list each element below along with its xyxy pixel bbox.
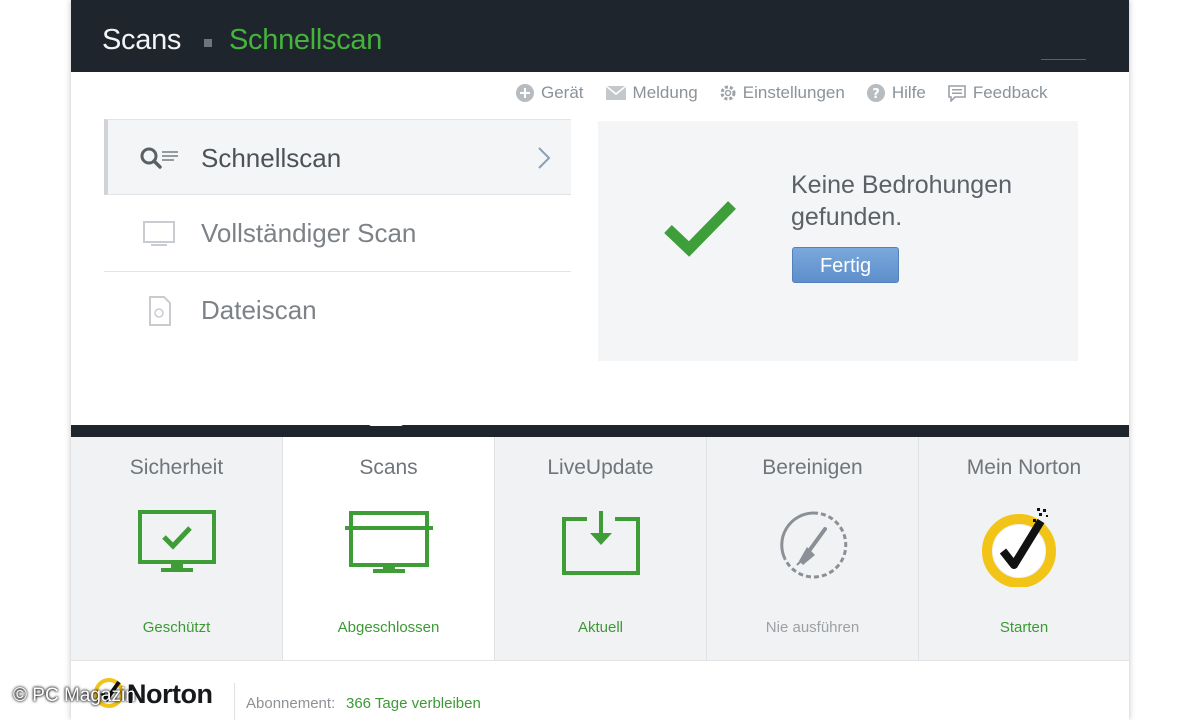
quick-scan-icon	[140, 147, 178, 169]
tile-cleanup-status: Nie ausführen	[765, 619, 860, 636]
tile-scans-title: Scans	[359, 456, 418, 479]
monitor-scan-icon	[344, 511, 433, 573]
tile-my-norton-status: Starten	[999, 619, 1049, 636]
breadcrumb-scans[interactable]: Scans	[102, 24, 181, 57]
scan-option-file-label: Dateiscan	[201, 295, 317, 325]
tile-liveupdate[interactable]: LiveUpdate Aktuell	[495, 437, 707, 660]
monitor-check-icon	[137, 510, 216, 572]
tile-security-title: Sicherheit	[129, 456, 224, 479]
breadcrumb-current: Schnellscan	[229, 24, 383, 56]
file-icon	[149, 296, 171, 326]
tile-cleanup-title: Bereinigen	[762, 456, 863, 479]
footer-separator	[234, 683, 235, 720]
norton-seal-icon	[982, 508, 1056, 588]
monitor-icon	[143, 221, 175, 246]
header-divider	[1041, 59, 1086, 60]
norton-logo-text: Norton	[127, 679, 213, 709]
norton-window: Scans Schnellscan Gerät Meldung Einstell…	[71, 0, 1129, 720]
tile-security-status: Geschützt	[142, 619, 211, 636]
envelope-icon	[605, 85, 626, 100]
footer-bar: Norton Abonnement: 366 Tage verbleiben	[71, 660, 1129, 720]
toolbar-feedback-link[interactable]: Feedback	[947, 83, 1048, 103]
scan-option-quick-label: Schnellscan	[201, 143, 342, 173]
feedback-icon	[948, 85, 966, 102]
toolbar-device-link[interactable]: Gerät	[515, 83, 584, 103]
toolbar-help-label: Hilfe	[891, 83, 926, 102]
tile-my-norton-title: Mein Norton	[966, 456, 1082, 479]
download-box-icon	[561, 511, 640, 575]
scan-result-panel: Keine Bedrohungen gefunden. Fertig	[598, 121, 1078, 361]
chevron-right-icon	[538, 147, 551, 169]
subscription-remaining-link[interactable]: 366 Tage verbleiben	[346, 695, 481, 712]
tile-security[interactable]: Sicherheit Geschützt	[71, 437, 283, 660]
scan-option-quick[interactable]: Schnellscan	[104, 119, 571, 195]
tile-divider-bar	[71, 417, 1129, 437]
tile-cleanup[interactable]: Bereinigen Nie ausführen	[707, 437, 919, 660]
plus-circle-icon	[516, 84, 534, 102]
broom-gauge-icon	[779, 511, 847, 579]
scan-option-file[interactable]: Dateiscan	[104, 272, 571, 348]
tile-liveupdate-status: Aktuell	[577, 619, 624, 636]
tile-my-norton[interactable]: Mein Norton Starten	[919, 437, 1129, 660]
gear-icon	[720, 85, 736, 101]
subscription-label: Abonnement:	[246, 695, 336, 712]
help-icon: ?	[866, 84, 885, 102]
result-message: Keine Bedrohungen gefunden.	[791, 171, 1013, 231]
main-tiles: Sicherheit Geschützt Scans Abgeschlossen…	[71, 437, 1129, 660]
svg-text:?: ?	[872, 87, 880, 102]
toolbar-settings-label: Einstellungen	[742, 83, 845, 102]
copyright-watermark: © PC Magazin	[13, 685, 136, 706]
done-button[interactable]: Fertig	[792, 247, 899, 283]
toolbar-help-link[interactable]: ? Hilfe	[866, 83, 926, 103]
toolbar-message-label: Meldung	[632, 83, 698, 102]
toolbar-message-link[interactable]: Meldung	[605, 83, 698, 103]
toolbar-device-label: Gerät	[541, 83, 584, 102]
breadcrumb-separator	[204, 39, 212, 47]
title-bar: Scans Schnellscan	[71, 0, 1129, 72]
toolbar-feedback-label: Feedback	[972, 83, 1048, 102]
tile-scans-status: Abgeschlossen	[337, 619, 440, 636]
top-toolbar: Gerät Meldung Einstellungen ? Hilfe Feed…	[515, 80, 1048, 106]
checkmark-icon	[664, 201, 736, 257]
toolbar-settings-link[interactable]: Einstellungen	[719, 83, 845, 103]
scan-type-list: Schnellscan Vollständiger Scan Dateiscan	[104, 119, 571, 348]
tile-liveupdate-title: LiveUpdate	[547, 456, 654, 479]
selected-tile-pointer	[369, 417, 403, 426]
tile-scans[interactable]: Scans Abgeschlossen	[283, 437, 495, 660]
scan-option-full[interactable]: Vollständiger Scan	[104, 195, 571, 272]
scan-option-full-label: Vollständiger Scan	[201, 218, 417, 248]
